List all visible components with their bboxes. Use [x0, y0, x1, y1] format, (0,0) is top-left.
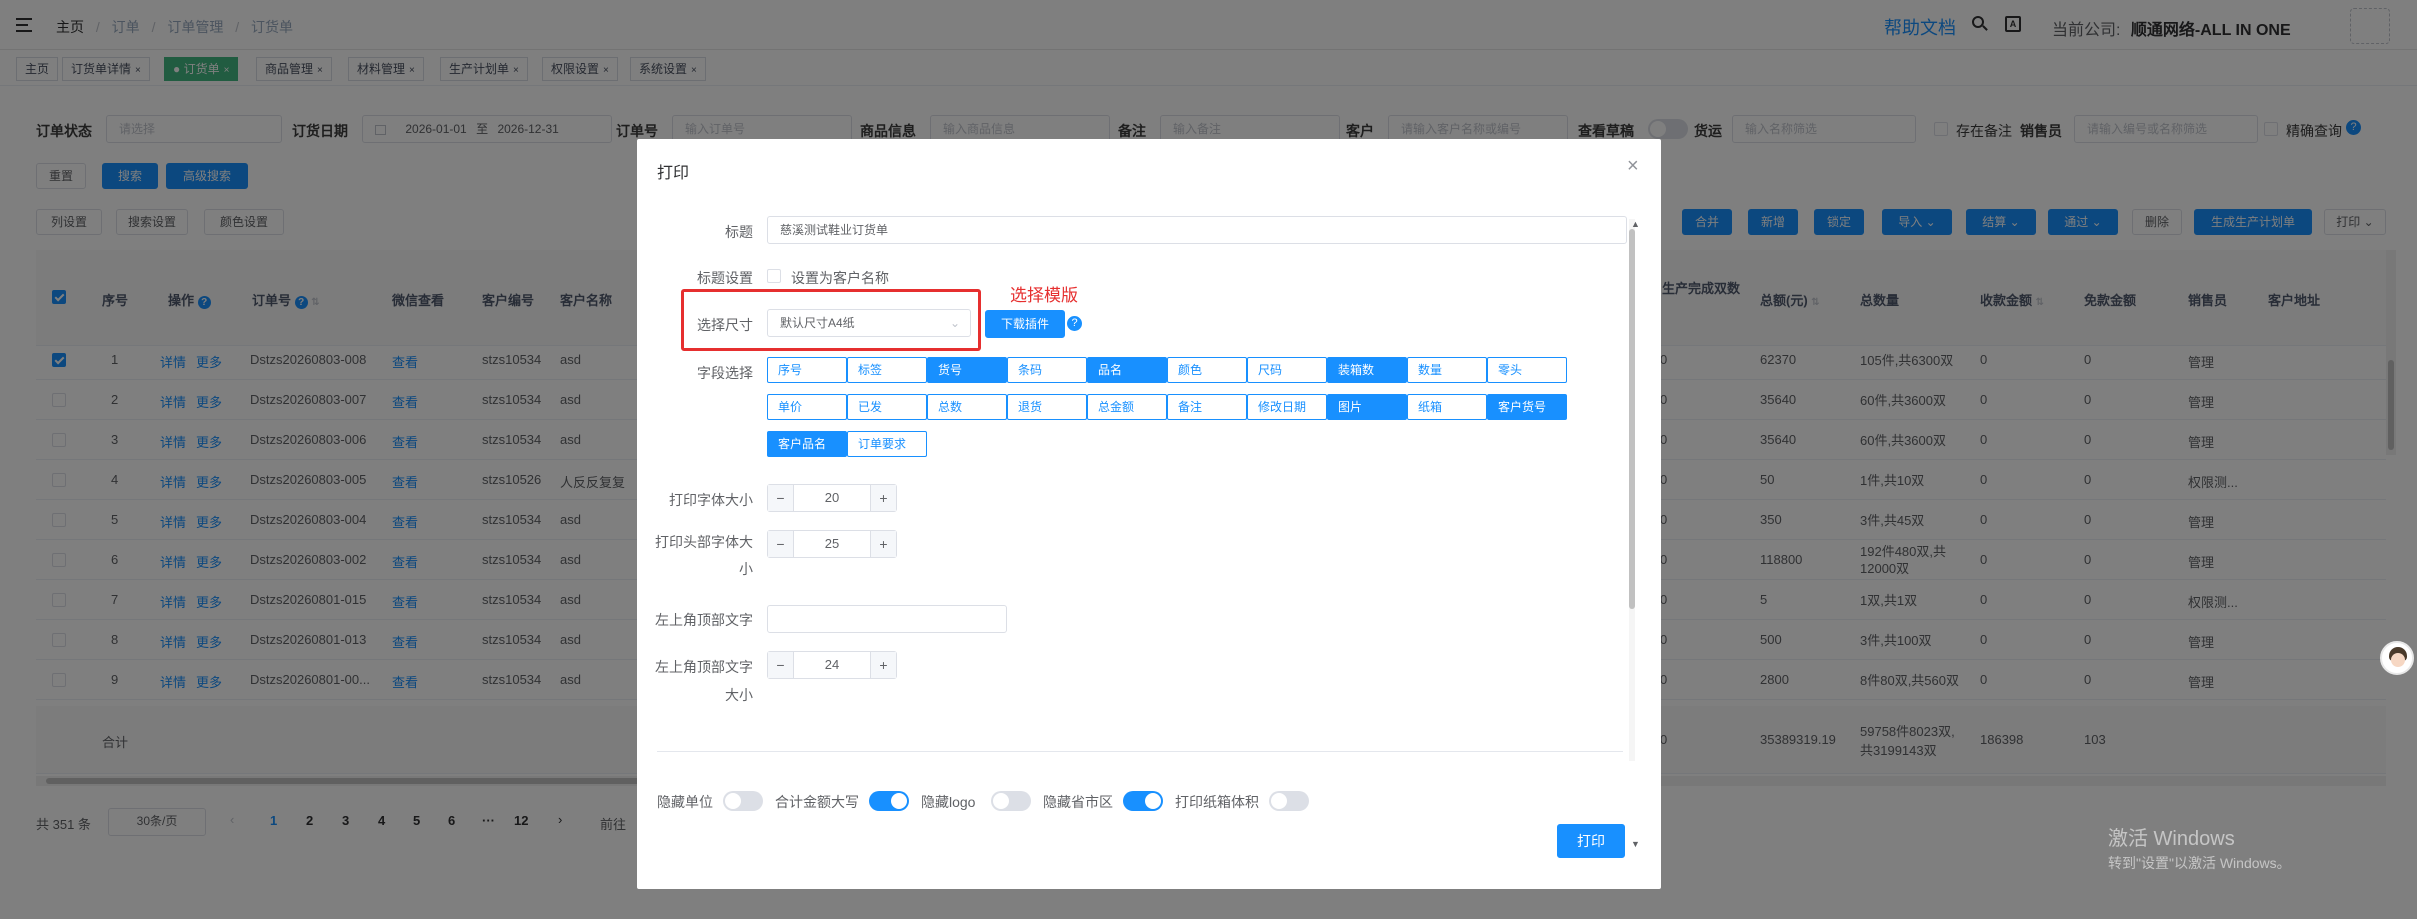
field-option[interactable]: 标签 — [847, 357, 927, 383]
watermark-line2: 转到"设置"以激活 Windows。 — [2108, 855, 2291, 871]
increase-button[interactable]: + — [870, 652, 896, 678]
toggle-switch[interactable] — [869, 791, 909, 811]
top-left-size-stepper[interactable]: − 24 + — [767, 651, 897, 679]
field-option[interactable]: 颜色 — [1167, 357, 1247, 383]
close-icon[interactable]: × — [1627, 155, 1639, 178]
dialog-title: 打印 — [657, 165, 690, 182]
print-dialog: 打印 × 标题 慈溪测试鞋业订货单 标题设置 设置为客户名称 选择模版 选择尺寸… — [637, 139, 1661, 889]
top-left-size-label: 左上角顶部文字大小 — [655, 659, 753, 703]
increase-button[interactable]: + — [870, 531, 896, 557]
print-button[interactable]: 打印 — [1557, 824, 1625, 858]
set-customer-name-checkbox[interactable] — [767, 269, 781, 283]
field-option[interactable]: 订单要求 — [847, 431, 927, 457]
field-option[interactable]: 备注 — [1167, 394, 1247, 420]
scroll-up-icon[interactable]: ▲ — [1631, 219, 1640, 229]
toggle-label: 合计金额大写 — [775, 794, 859, 810]
field-option[interactable]: 图片 — [1327, 394, 1407, 420]
title-label: 标题 — [725, 224, 753, 240]
windows-watermark: 激活 Windows 转到"设置"以激活 Windows。 — [2108, 822, 2291, 873]
field-option[interactable]: 尺码 — [1247, 357, 1327, 383]
font-size-stepper[interactable]: − 20 + — [767, 484, 897, 512]
chevron-down-icon: ⌄ — [949, 316, 960, 330]
top-left-size-value[interactable]: 24 — [794, 652, 870, 678]
field-option[interactable]: 总数 — [927, 394, 1007, 420]
field-option[interactable]: 单价 — [767, 394, 847, 420]
decrease-button[interactable]: − — [768, 652, 794, 678]
field-option[interactable]: 品名 — [1087, 357, 1167, 383]
title-setting-label: 标题设置 — [697, 270, 753, 286]
decrease-button[interactable]: − — [768, 531, 794, 557]
head-font-size-value[interactable]: 25 — [794, 531, 870, 557]
field-option[interactable]: 退货 — [1007, 394, 1087, 420]
field-option[interactable]: 序号 — [767, 357, 847, 383]
font-size-value[interactable]: 20 — [794, 485, 870, 511]
field-option[interactable]: 装箱数 — [1327, 357, 1407, 383]
decrease-button[interactable]: − — [768, 485, 794, 511]
size-select[interactable]: 默认尺寸A4纸 ⌄ — [767, 309, 971, 337]
increase-button[interactable]: + — [870, 485, 896, 511]
head-font-size-label: 打印头部字体大小 — [655, 534, 753, 577]
field-option[interactable]: 总金额 — [1087, 394, 1167, 420]
field-option[interactable]: 客户货号 — [1487, 394, 1567, 420]
help-icon[interactable]: ? — [1067, 316, 1082, 331]
scroll-down-icon[interactable]: ▼ — [1631, 839, 1640, 849]
annotation-text: 选择模版 — [1010, 286, 1078, 305]
field-option[interactable]: 客户品名 — [767, 431, 847, 457]
field-option[interactable]: 修改日期 — [1247, 394, 1327, 420]
field-select-label: 字段选择 — [697, 365, 753, 381]
field-option[interactable]: 纸箱 — [1407, 394, 1487, 420]
field-option[interactable]: 条码 — [1007, 357, 1087, 383]
top-left-text-label: 左上角顶部文字 — [655, 612, 753, 628]
toggle-label: 隐藏单位 — [657, 794, 713, 810]
toggle-switch[interactable] — [1269, 791, 1309, 811]
set-customer-name-label[interactable]: 设置为客户名称 — [791, 268, 889, 288]
toggle-switch[interactable] — [991, 791, 1031, 811]
toggle-label: 打印纸箱体积 — [1175, 794, 1259, 810]
assistant-avatar[interactable] — [2380, 641, 2414, 675]
toggle-label: 隐藏省市区 — [1043, 794, 1113, 810]
top-left-text-input[interactable] — [767, 605, 1007, 633]
toggle-label: 隐藏logo — [921, 794, 976, 810]
watermark-line1: 激活 Windows — [2108, 828, 2235, 850]
toggle-switch[interactable] — [723, 791, 763, 811]
download-plugin-button[interactable]: 下载插件 — [985, 310, 1065, 338]
field-option[interactable]: 数量 — [1407, 357, 1487, 383]
field-option[interactable]: 已发 — [847, 394, 927, 420]
field-option[interactable]: 货号 — [927, 357, 1007, 383]
size-label: 选择尺寸 — [697, 317, 753, 333]
dialog-scroll-track[interactable] — [1629, 219, 1635, 761]
divider — [657, 751, 1623, 752]
title-input[interactable]: 慈溪测试鞋业订货单 — [767, 216, 1627, 244]
font-size-label: 打印字体大小 — [669, 492, 753, 508]
toggle-switch[interactable] — [1123, 791, 1163, 811]
field-option[interactable]: 零头 — [1487, 357, 1567, 383]
head-font-size-stepper[interactable]: − 25 + — [767, 530, 897, 558]
